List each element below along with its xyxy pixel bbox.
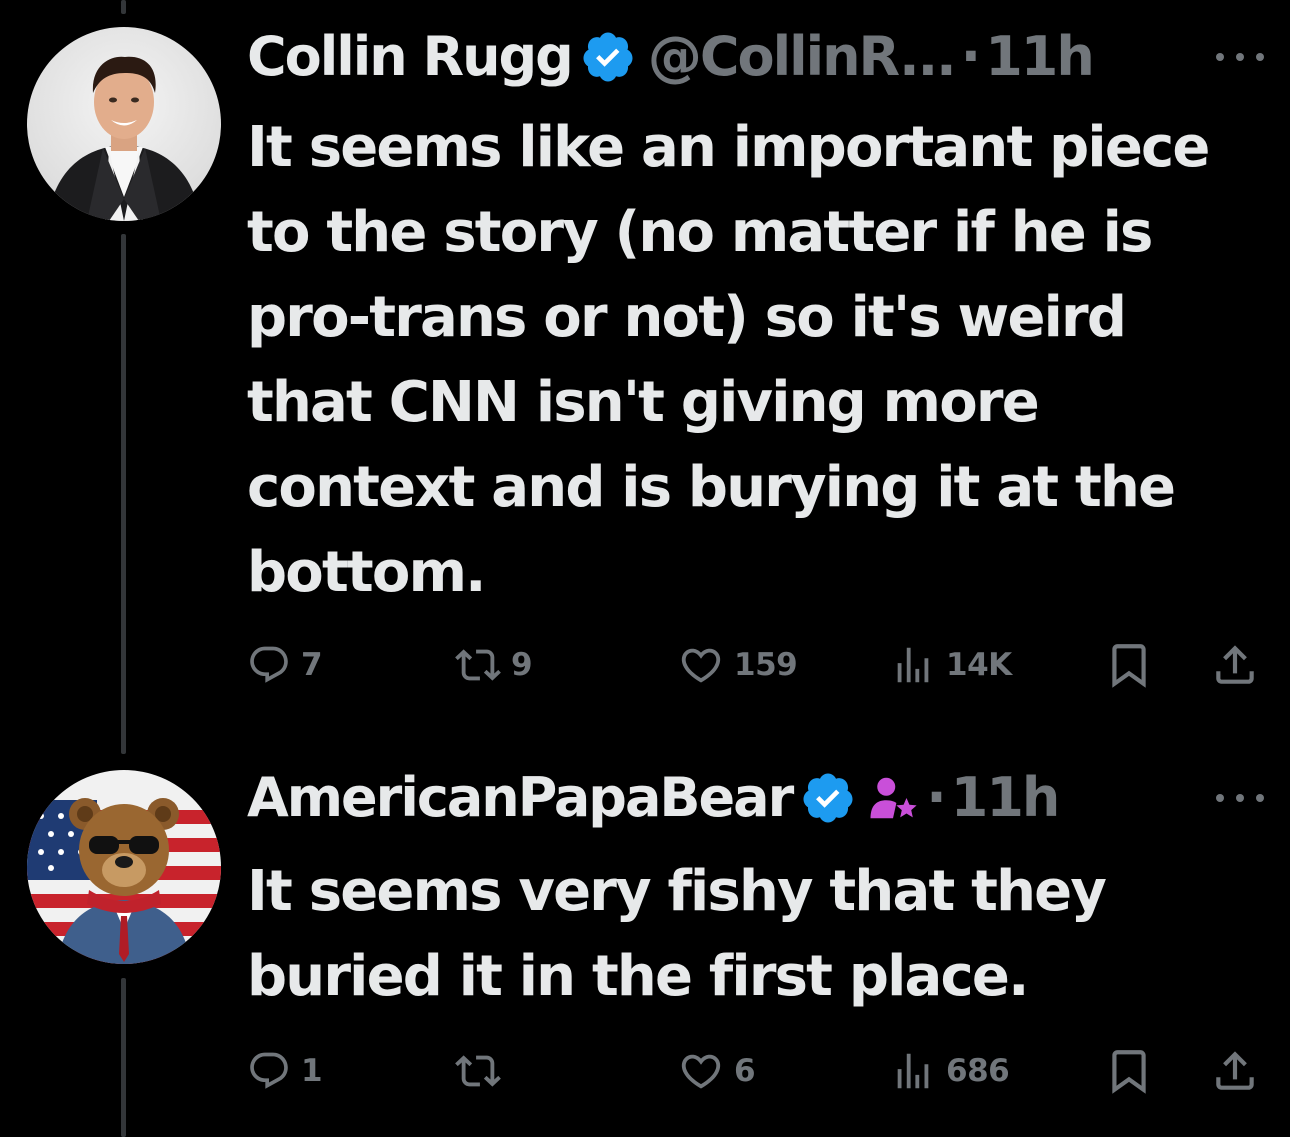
avatar-collin-rugg[interactable] <box>27 27 221 221</box>
more-dots-icon[interactable] <box>1210 22 1270 92</box>
reply-count: 7 <box>301 647 323 683</box>
tweet-american-papa-bear[interactable]: AmericanPapaBear · 11h It seems very fis… <box>0 740 1290 1137</box>
share-button[interactable] <box>1210 1041 1260 1101</box>
views-chart-icon <box>897 647 929 683</box>
views-chart-icon <box>897 1053 929 1089</box>
verified-badge-icon <box>803 773 853 823</box>
person-star-icon <box>870 777 917 819</box>
author-name[interactable]: AmericanPapaBear <box>247 763 794 833</box>
reply-button[interactable]: 7 <box>247 635 323 695</box>
retweet-icon <box>455 1055 501 1087</box>
bookmark-button[interactable] <box>1104 1041 1154 1101</box>
avatar-american-papa-bear[interactable] <box>27 770 221 964</box>
tweet-collin-rugg[interactable]: Collin Rugg @CollinR... · 11h It seems l… <box>0 0 1290 720</box>
like-count: 159 <box>734 647 798 683</box>
share-icon <box>1216 645 1254 684</box>
views-button[interactable]: 686 <box>890 1041 1010 1101</box>
tweet-body: It seems very fishy that they buried it … <box>247 859 1107 1009</box>
views-button[interactable]: 14K <box>890 635 1012 695</box>
views-count: 14K <box>946 647 1012 683</box>
tweet-header: Collin Rugg @CollinR... · 11h <box>247 22 1270 92</box>
separator-dot: · <box>960 25 981 88</box>
retweet-count: 9 <box>511 647 533 683</box>
bookmark-icon <box>1112 1050 1146 1094</box>
retweet-button[interactable] <box>455 1041 511 1101</box>
author-name[interactable]: Collin Rugg <box>247 22 574 92</box>
verified-badge-icon <box>583 32 633 82</box>
tweet-header: AmericanPapaBear · 11h <box>247 763 1270 833</box>
reply-icon <box>250 1052 288 1089</box>
bookmark-button[interactable] <box>1104 635 1154 695</box>
reply-count: 1 <box>301 1053 323 1089</box>
author-handle[interactable]: @CollinR... <box>648 22 957 92</box>
tweet-timestamp[interactable]: 11h <box>985 22 1095 92</box>
heart-icon <box>681 648 721 683</box>
heart-icon <box>681 1054 721 1089</box>
retweet-button[interactable]: 9 <box>455 635 533 695</box>
reply-button[interactable]: 1 <box>247 1041 323 1101</box>
share-icon <box>1216 1051 1254 1090</box>
tweet-timestamp[interactable]: 11h <box>951 763 1061 833</box>
separator-dot: · <box>926 766 946 829</box>
share-button[interactable] <box>1210 635 1260 695</box>
more-dots-icon[interactable] <box>1210 763 1270 833</box>
retweet-icon <box>455 649 501 681</box>
tweet-body: It seems like an important piece to the … <box>247 115 1210 605</box>
views-count: 686 <box>946 1053 1010 1089</box>
like-count: 6 <box>734 1053 756 1089</box>
like-button[interactable]: 159 <box>678 635 798 695</box>
like-button[interactable]: 6 <box>678 1041 756 1101</box>
bookmark-icon <box>1112 644 1146 688</box>
reply-icon <box>250 646 288 683</box>
